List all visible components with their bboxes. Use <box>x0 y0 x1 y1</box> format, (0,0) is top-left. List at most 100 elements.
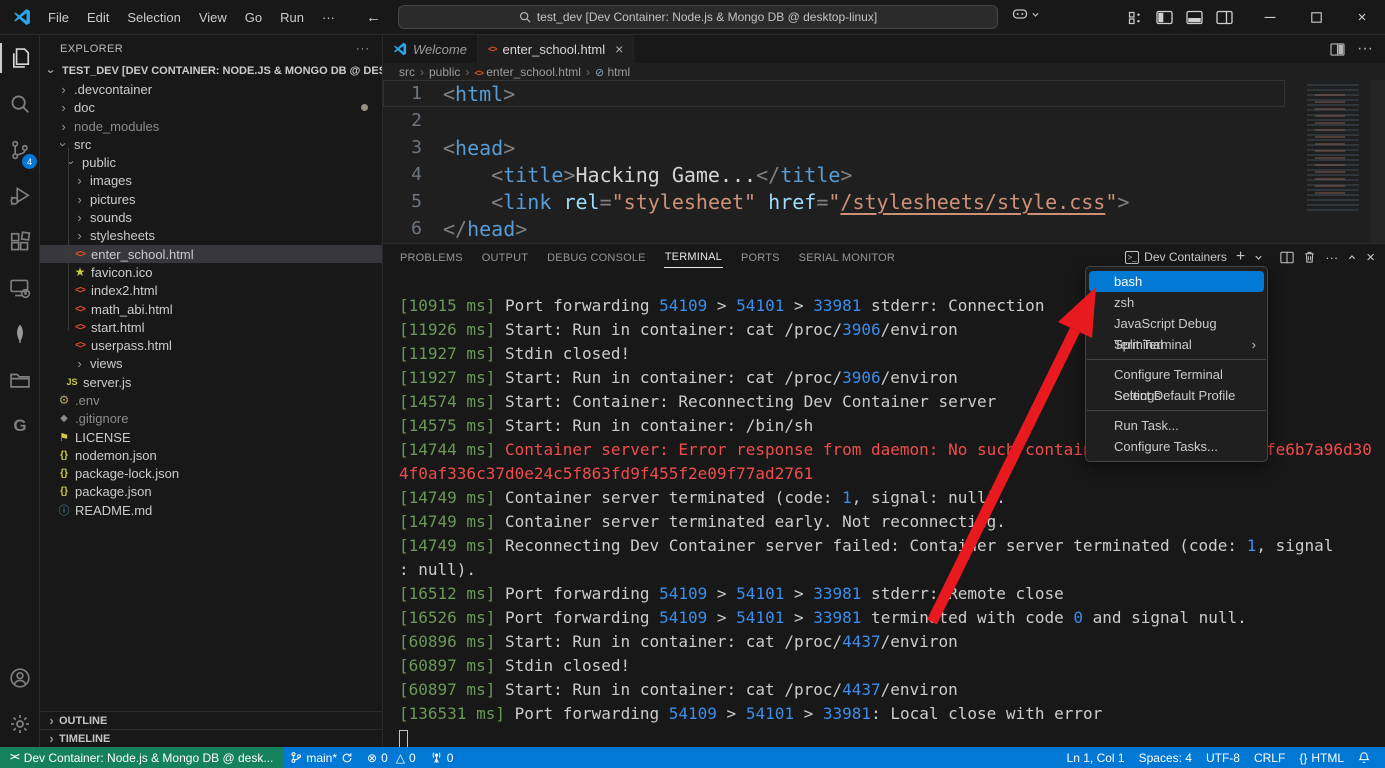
code-line-3[interactable]: 3<head> <box>383 134 1285 161</box>
split-editor-icon[interactable] <box>1330 43 1345 56</box>
menu-selection[interactable]: Selection <box>118 6 189 29</box>
menu-item-configure-tasks[interactable]: Configure Tasks... <box>1089 436 1264 457</box>
run-debug-icon[interactable] <box>0 173 40 219</box>
panel-tab-debug-console[interactable]: DEBUG CONSOLE <box>546 247 647 268</box>
search-icon[interactable] <box>0 81 40 127</box>
menu-item-select-default-profile[interactable]: Select Default Profile <box>1089 385 1264 406</box>
tree-item-start-html[interactable]: <>start.html <box>40 318 382 336</box>
remote-explorer-icon[interactable] <box>0 265 40 311</box>
kill-terminal-icon[interactable] <box>1303 250 1316 264</box>
tab-welcome[interactable]: Welcome <box>383 35 478 63</box>
tree-item-sounds[interactable]: ›sounds <box>40 208 382 226</box>
tree-item-test-dev-dev-container-node-js-mongo-db-desktop-linux[interactable]: ›TEST_DEV [DEV CONTAINER: NODE.JS & MONG… <box>40 62 382 80</box>
close-window-button[interactable]: × <box>1339 0 1385 35</box>
menu-item-javascript-debug-terminal[interactable]: JavaScript Debug Terminal <box>1089 313 1264 334</box>
close-tab-icon[interactable]: × <box>615 41 623 57</box>
editor-scrollbar[interactable] <box>1371 80 1385 243</box>
problems-indicator[interactable]: ⊗ 0 △ 0 <box>360 747 423 768</box>
gitlens-icon[interactable]: G <box>0 403 40 449</box>
remote-indicator[interactable]: >< Dev Container: Node.js & Mongo DB @ d… <box>0 747 283 768</box>
timeline-section[interactable]: › TIMELINE <box>40 729 382 747</box>
menu-item-zsh[interactable]: zsh <box>1089 292 1264 313</box>
editor-more-actions-icon[interactable]: ··· <box>1357 40 1373 58</box>
menu-go[interactable]: Go <box>236 6 271 29</box>
source-control-icon[interactable]: 4 <box>0 127 40 173</box>
code-editor[interactable]: 1<html>23<head>4 <title>Hacking Game...<… <box>383 80 1385 243</box>
menu-edit[interactable]: Edit <box>78 6 118 29</box>
minimap[interactable] <box>1307 84 1359 212</box>
explorer-more-actions-icon[interactable]: ··· <box>356 43 370 55</box>
tree-item-package-json[interactable]: {}package.json <box>40 483 382 501</box>
customize-layout-icon[interactable] <box>1127 10 1143 26</box>
toggle-secondary-sidebar-icon[interactable] <box>1216 10 1233 25</box>
terminal-profile-label[interactable]: >_ Dev Containers <box>1125 250 1227 264</box>
panel-tab-output[interactable]: OUTPUT <box>481 247 529 268</box>
panel-tab-problems[interactable]: PROBLEMS <box>399 247 464 268</box>
breadcrumb-html[interactable]: ⊘ html <box>595 65 630 79</box>
menu-item-bash[interactable]: bash <box>1089 271 1264 292</box>
menu-file[interactable]: File <box>39 6 78 29</box>
tree-item-stylesheets[interactable]: ›stylesheets <box>40 227 382 245</box>
breadcrumb-src[interactable]: src <box>399 65 415 79</box>
indentation[interactable]: Spaces: 4 <box>1132 747 1199 768</box>
minimize-button[interactable]: ─ <box>1247 0 1293 35</box>
settings-gear-icon[interactable] <box>0 701 40 747</box>
maximize-panel-icon[interactable] <box>1347 253 1357 262</box>
folder-extension-icon[interactable] <box>0 357 40 403</box>
accounts-icon[interactable] <box>0 655 40 701</box>
close-panel-icon[interactable]: × <box>1366 249 1375 266</box>
tree-item-nodemon-json[interactable]: {}nodemon.json <box>40 446 382 464</box>
ports-indicator[interactable]: 0 <box>423 747 461 768</box>
back-arrow-icon[interactable]: ← <box>366 9 381 26</box>
code-line-2[interactable]: 2 <box>383 107 1285 134</box>
tab-enter-school-html[interactable]: <> enter_school.html × <box>478 35 634 63</box>
split-terminal-icon[interactable] <box>1280 251 1294 264</box>
tree-item-index2-html[interactable]: <>index2.html <box>40 282 382 300</box>
tree-item-doc[interactable]: ›doc <box>40 99 382 117</box>
maximize-button[interactable] <box>1293 0 1339 35</box>
tree-item-readme-md[interactable]: ⓘREADME.md <box>40 501 382 519</box>
terminal-dropdown-icon[interactable] <box>1254 253 1263 262</box>
menu-item-run-task[interactable]: Run Task... <box>1089 415 1264 436</box>
cursor-position[interactable]: Ln 1, Col 1 <box>1060 747 1132 768</box>
encoding[interactable]: UTF-8 <box>1199 747 1247 768</box>
tree-item-server-js[interactable]: JSserver.js <box>40 373 382 391</box>
tree-item-images[interactable]: ›images <box>40 172 382 190</box>
toggle-primary-sidebar-icon[interactable] <box>1156 10 1173 25</box>
tree-item-node-modules[interactable]: ›node_modules <box>40 117 382 135</box>
toggle-panel-icon[interactable] <box>1186 10 1203 25</box>
breadcrumb[interactable]: src›public›<> enter_school.html›⊘ html <box>383 63 1385 80</box>
panel-tab-ports[interactable]: PORTS <box>740 247 781 268</box>
code-line-4[interactable]: 4 <title>Hacking Game...</title> <box>383 161 1285 188</box>
explorer-icon[interactable] <box>0 35 40 81</box>
command-center-search[interactable]: test_dev [Dev Container: Node.js & Mongo… <box>398 5 998 29</box>
branch-indicator[interactable]: main* <box>283 747 360 768</box>
tree-item-public[interactable]: ›public <box>40 153 382 171</box>
tree-item-src[interactable]: ›src <box>40 135 382 153</box>
tree-item-env[interactable]: ⚙.env <box>40 391 382 409</box>
tree-item-favicon-ico[interactable]: ★favicon.ico <box>40 263 382 281</box>
eol-sequence[interactable]: CRLF <box>1247 747 1292 768</box>
tree-item-pictures[interactable]: ›pictures <box>40 190 382 208</box>
tree-item-license[interactable]: ⚑LICENSE <box>40 428 382 446</box>
code-line-6[interactable]: 6</head> <box>383 215 1285 242</box>
code-line-1[interactable]: 1<html> <box>383 80 1285 107</box>
tree-item-userpass-html[interactable]: <>userpass.html <box>40 336 382 354</box>
menu-item[interactable]: ··· <box>313 6 344 29</box>
menu-run[interactable]: Run <box>271 6 313 29</box>
panel-more-actions-icon[interactable]: ··· <box>1325 250 1338 265</box>
breadcrumb-enter-school-html[interactable]: <> enter_school.html <box>474 65 581 79</box>
menu-view[interactable]: View <box>190 6 236 29</box>
new-terminal-icon[interactable]: + <box>1236 248 1245 266</box>
tree-item-devcontainer[interactable]: ›.devcontainer <box>40 80 382 98</box>
extensions-icon[interactable] <box>0 219 40 265</box>
menu-item-configure-terminal-settings[interactable]: Configure Terminal Settings <box>1089 364 1264 385</box>
code-line-5[interactable]: 5 <link rel="stylesheet" href="/styleshe… <box>383 188 1285 215</box>
breadcrumb-public[interactable]: public <box>429 65 460 79</box>
copilot-button[interactable] <box>1012 7 1040 21</box>
language-mode[interactable]: {} HTML <box>1292 747 1351 768</box>
panel-tab-serial-monitor[interactable]: SERIAL MONITOR <box>798 247 896 268</box>
tree-item-views[interactable]: ›views <box>40 355 382 373</box>
outline-section[interactable]: › OUTLINE <box>40 711 382 729</box>
tree-item-math-abi-html[interactable]: <>math_abi.html <box>40 300 382 318</box>
